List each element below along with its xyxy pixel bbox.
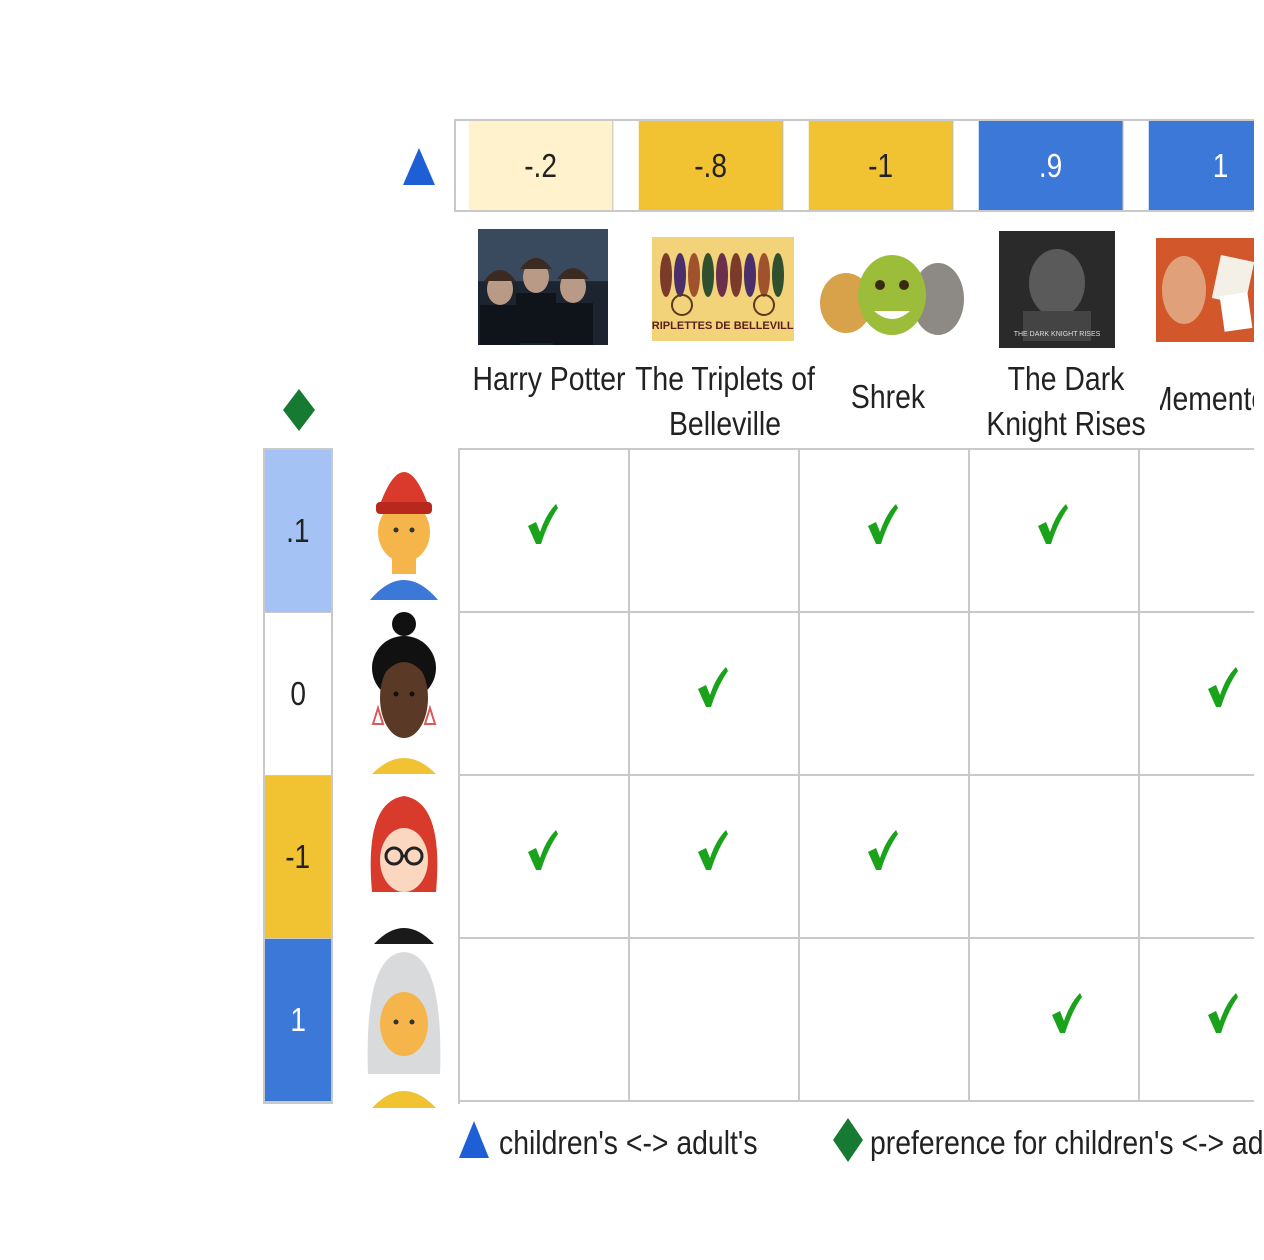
matrix-cell [630,939,800,1102]
user-score-cell: 1 [265,939,331,1102]
movie-score-row: -.2 -.8 -1.9 1 [454,119,1254,212]
matrix-cell [630,613,800,776]
matrix-cell [970,450,1140,613]
movie-score-value: .9 [1038,146,1063,184]
user-score-value: 1 [290,1001,306,1038]
matrix-cell [1140,939,1254,1102]
svg-text:THE DARK KNIGHT RISES: THE DARK KNIGHT RISES [1014,331,1101,338]
movie-title: The Dark Knight Rises [963,356,1169,446]
movie-score-cell: -.8 [638,121,784,210]
movie-score-cell: -1 [808,121,954,210]
matrix-cell [970,776,1140,939]
movie-title-line1: The Dark [1007,360,1125,397]
matrix-cell [460,776,630,939]
checkmark-icon [1208,667,1238,707]
user-score-column: .1 0 -1 1 [263,448,333,1104]
movie-title-line2: Knight Rises [986,405,1146,442]
checkmark-icon [1208,993,1238,1033]
matrix-cell [1140,450,1254,613]
user-score-cell: -1 [265,776,331,939]
legend-triangle-icon [459,1121,489,1158]
user-red-hair-glasses-avatar [370,796,438,944]
legend-user-axis: preference for children's <-> adult [870,1124,1264,1161]
checkmark-icon [528,830,558,870]
movie-title: Shrek [785,374,991,419]
matrix-cell [970,613,1140,776]
triplets-poster: TRIPLETTES DE BELLEVILLE [652,237,794,341]
user-red-beanie-avatar [370,472,438,600]
matrix-cell [800,776,970,939]
matrix-cell [630,450,800,613]
rating-matrix [458,448,1254,1104]
harry-potter-poster [478,229,608,345]
checkmark-icon [868,504,898,544]
svg-text:TRIPLETTES DE BELLEVILLE: TRIPLETTES DE BELLEVILLE [652,320,794,332]
matrix-cell [630,776,800,939]
user-score-value: .1 [286,512,310,549]
checkmark-icon [1052,993,1082,1033]
user-score-cell: 0 [265,613,331,776]
movie-score-cell: -.2 [468,121,614,210]
shrek-poster [816,233,968,351]
triangle-icon [403,148,435,185]
checkmark-icon [1038,504,1068,544]
movie-title-line1: Shrek [850,378,926,415]
movie-score-value: -1 [868,146,894,184]
matrix-cell [970,939,1140,1102]
matrix-cell [460,450,630,613]
checkmark-icon [528,504,558,544]
matrix-cell [460,613,630,776]
matrix-cell [800,450,970,613]
user-gray-hair-avatar [367,952,441,1108]
matrix-cell [1140,776,1254,939]
matrix-cell [460,939,630,1102]
diamond-icon [283,389,315,431]
user-score-value: 0 [290,675,306,712]
checkmark-icon [698,830,728,870]
user-bun-hair-avatar [371,612,437,774]
user-score-cell: .1 [265,450,331,613]
matrix-cell [800,613,970,776]
movie-score-cell: .9 [978,121,1124,210]
movie-score-value: -.2 [524,146,557,184]
legend-movie-axis: children's <-> adult's [499,1124,758,1161]
movie-title: Memento [1160,376,1254,421]
movie-score-value: -.8 [694,146,727,184]
movie-title-line1: Memento [1160,380,1254,417]
checkmark-icon [868,830,898,870]
matrix-cell [800,939,970,1102]
checkmark-icon [698,667,728,707]
matrix-cell [1140,613,1254,776]
user-score-value: -1 [285,838,311,875]
legend-diamond-icon [833,1118,863,1162]
dark-knight-poster: THE DARK KNIGHT RISES [999,231,1115,348]
